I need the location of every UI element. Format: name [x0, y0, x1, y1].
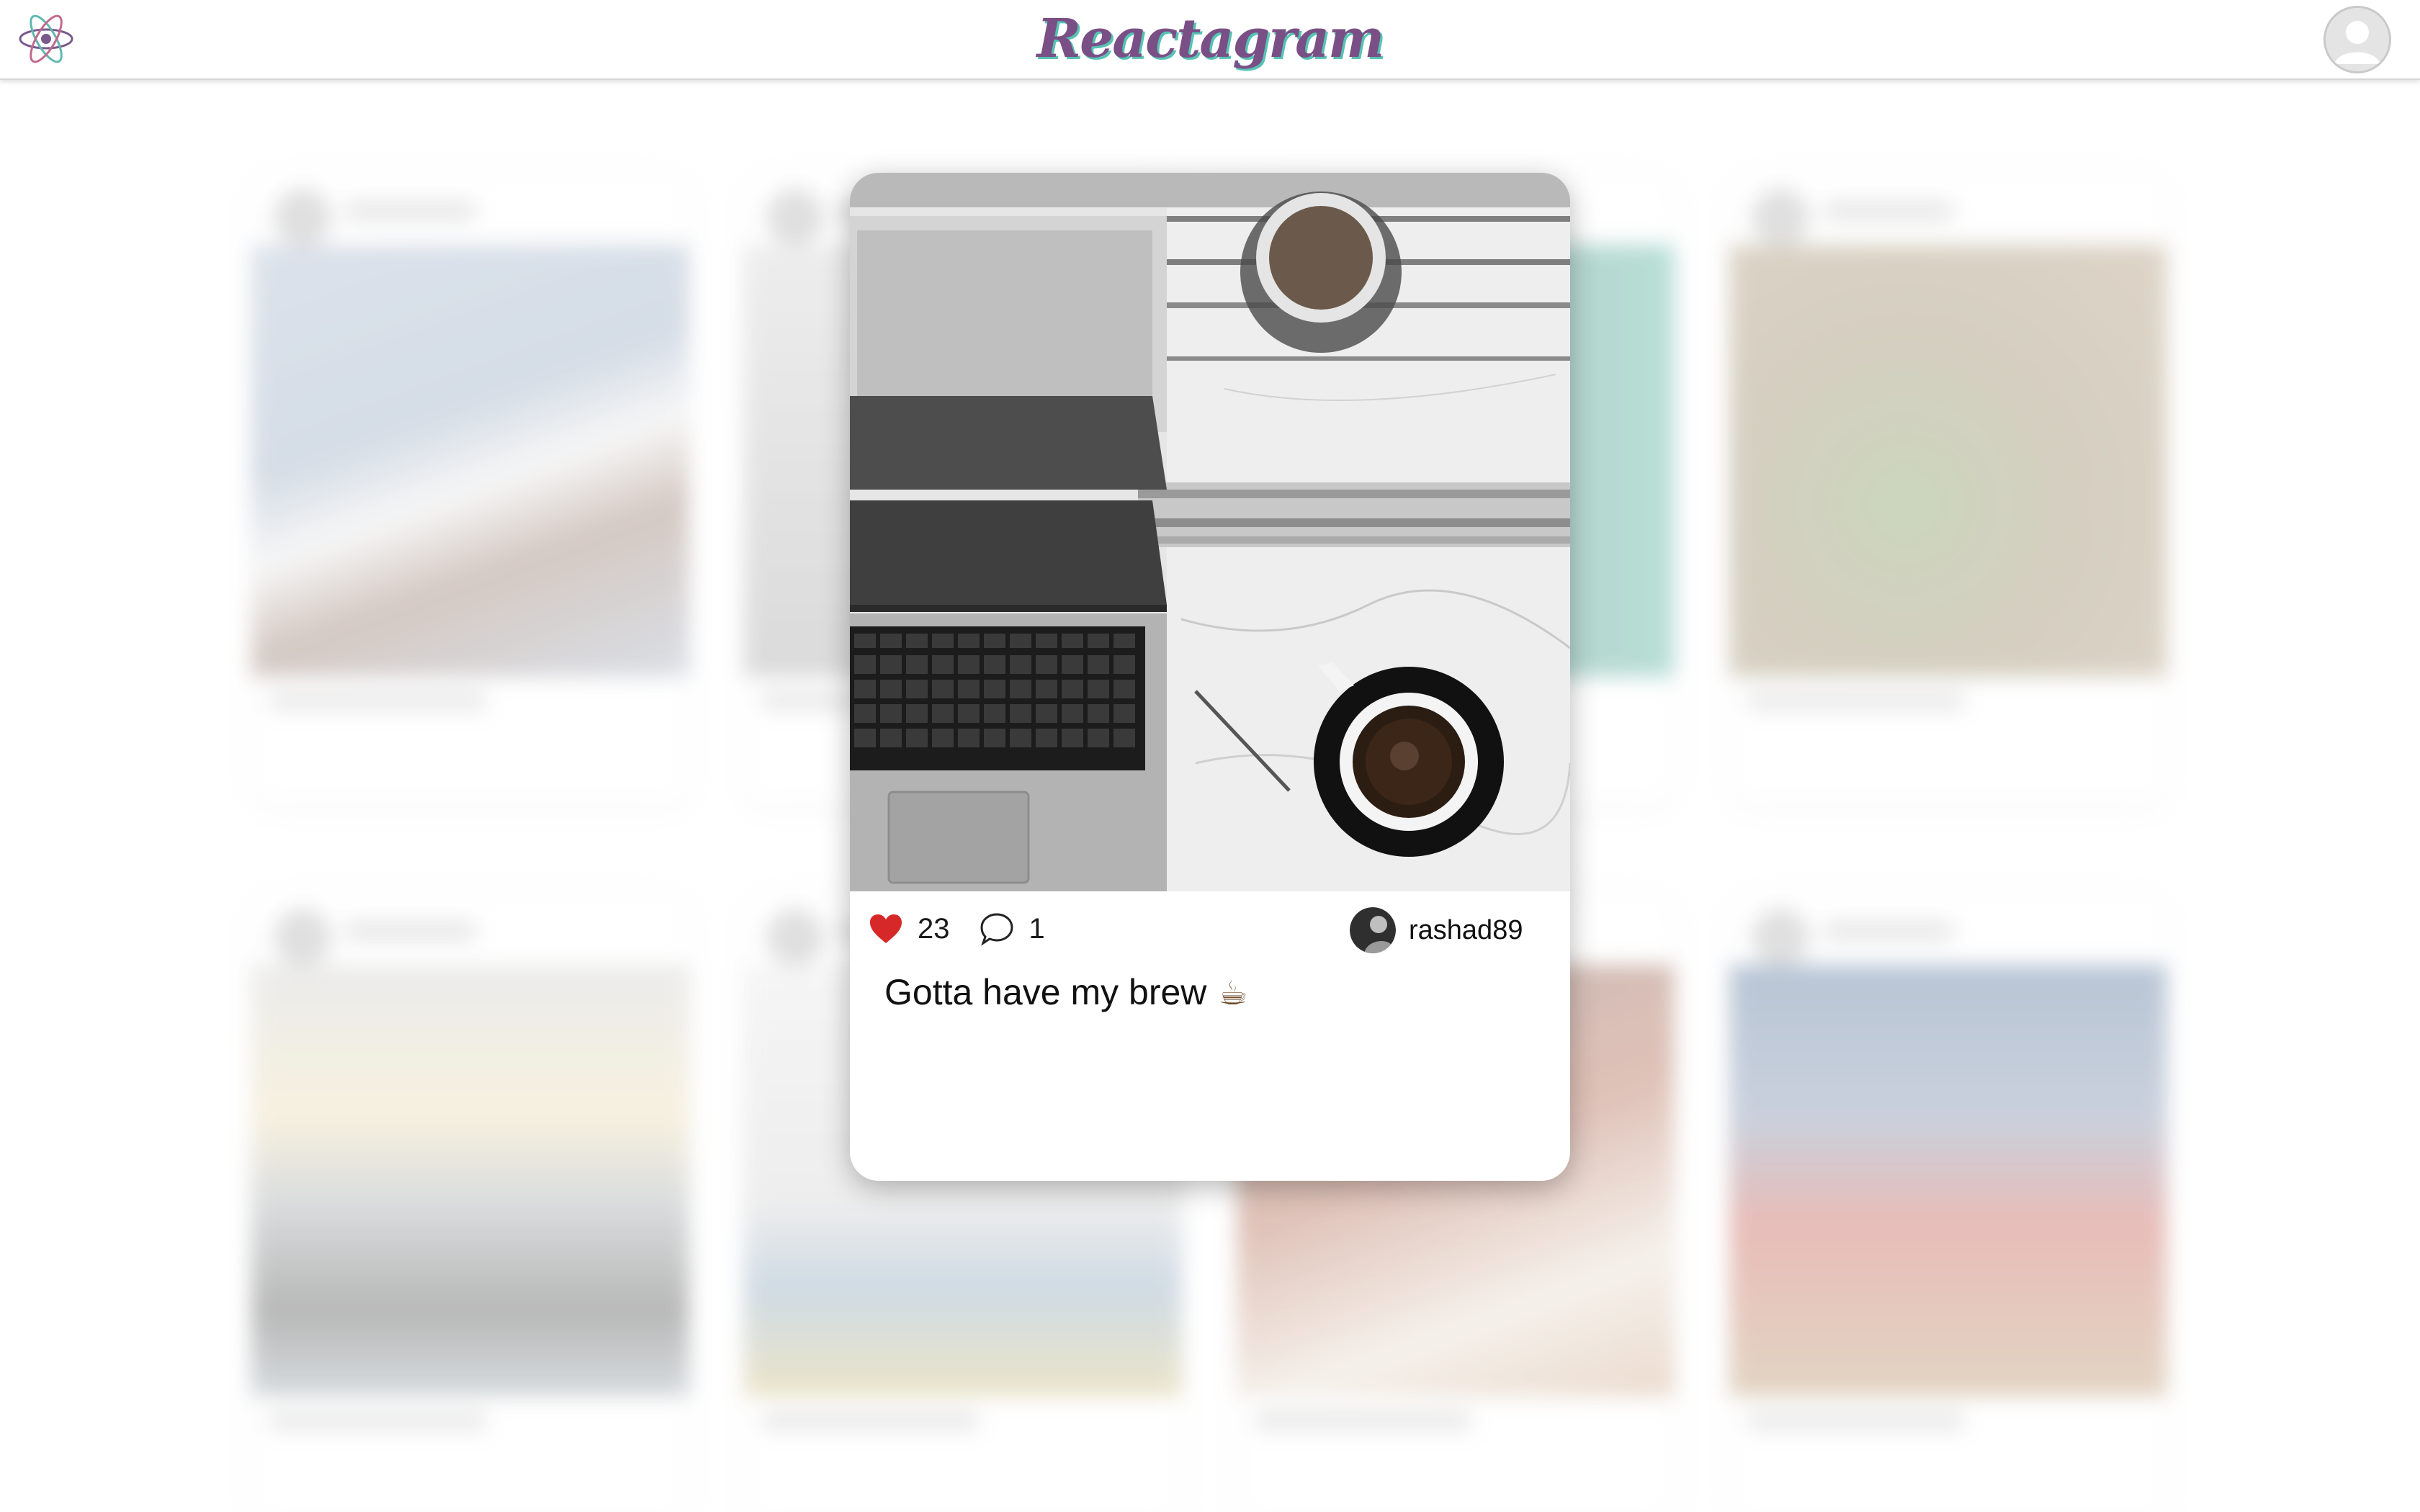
author-username: rashad89: [1409, 914, 1523, 945]
post-modal: 23 1 rashad89 Gotta have my brew ☕: [850, 173, 1570, 1181]
comment-count: 1: [1028, 912, 1045, 945]
author-avatar: [1350, 907, 1396, 953]
post-caption: Gotta have my brew ☕: [884, 971, 1533, 1014]
user-avatar-icon[interactable]: [2323, 6, 2391, 73]
post-author[interactable]: rashad89: [1350, 905, 1523, 955]
comment-button[interactable]: 1: [979, 912, 1045, 946]
top-nav-bar: Reactagram: [0, 0, 2420, 80]
post-photo[interactable]: [850, 173, 1570, 891]
post-actions: 23 1: [869, 907, 1045, 950]
brand-logo[interactable]: Reactagram: [1037, 1, 1385, 76]
react-atom-icon[interactable]: [17, 10, 75, 68]
comment-bubble-icon: [980, 913, 1013, 946]
coffee-cup-icon: ☕: [1218, 973, 1248, 1012]
like-button[interactable]: 23: [869, 913, 950, 945]
caption-text: Gotta have my brew: [884, 972, 1207, 1012]
app-root: Reactagram 23 1 rashad89 Gotta have my b…: [0, 0, 2420, 1512]
like-count: 23: [918, 912, 950, 945]
heart-icon: [870, 914, 902, 943]
